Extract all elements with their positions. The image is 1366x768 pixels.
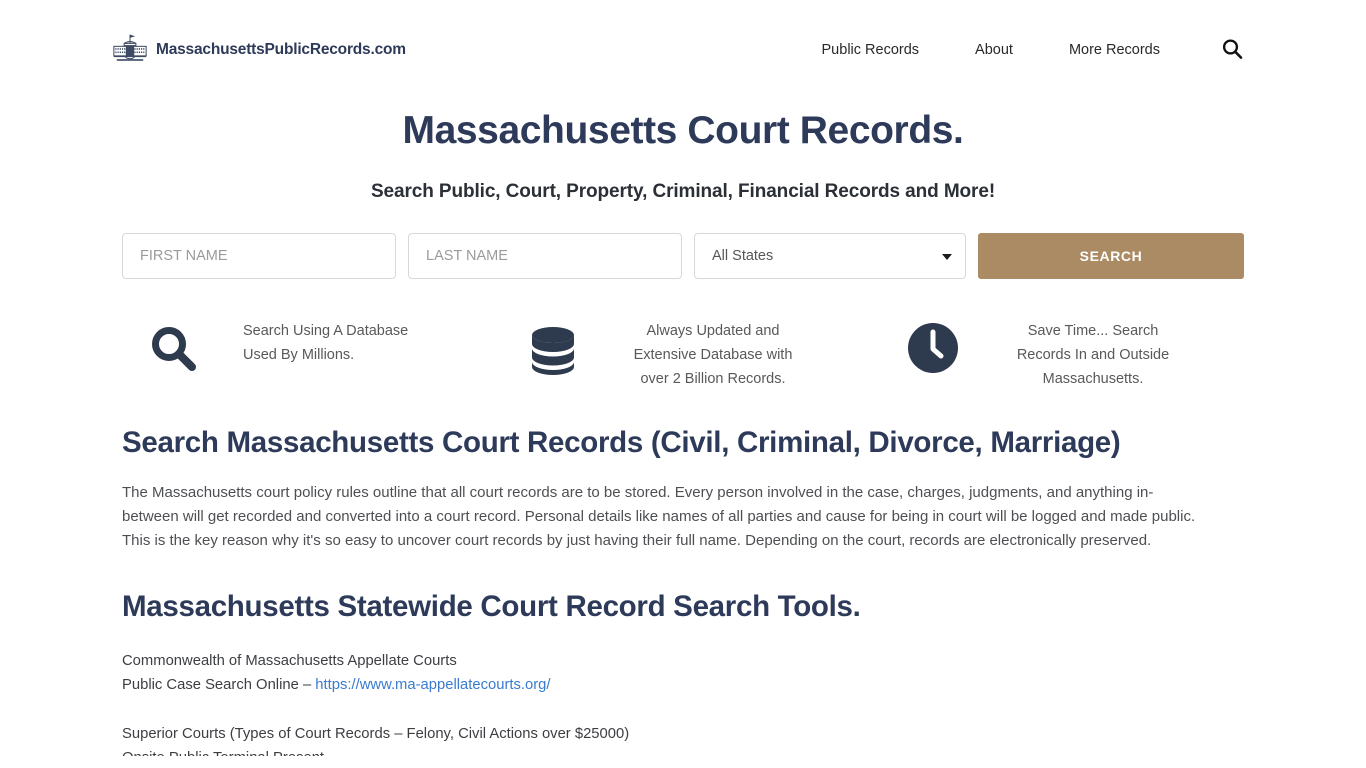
header-search-toggle[interactable] <box>1220 37 1244 64</box>
main-navigation: Public Records About More Records <box>794 37 1244 64</box>
tool-name-superior: Superior Courts (Types of Court Records … <box>122 725 630 742</box>
magnifier-icon <box>113 319 233 377</box>
site-logo-text: MassachusettsPublicRecords.com <box>156 41 406 58</box>
page-root: MassachusettsPublicRecords.com Public Re… <box>0 0 1366 768</box>
search-icon <box>1220 37 1244 64</box>
tool-entry-superior: Superior Courts (Types of Court Records … <box>122 722 1244 756</box>
section-heading-search-tools: Massachusetts Statewide Court Record Sea… <box>122 589 861 623</box>
feature-item-clock: Save Time... Search Records In and Outsi… <box>873 313 1253 391</box>
tool-name-appellate: Commonwealth of Massachusetts Appellate … <box>122 652 457 669</box>
site-header: MassachusettsPublicRecords.com Public Re… <box>0 0 1366 100</box>
nav-item-more-records[interactable]: More Records <box>1041 42 1188 58</box>
feature-text-database: Always Updated and Extensive Database wi… <box>633 322 793 387</box>
feature-text-clock: Save Time... Search Records In and Outsi… <box>1016 322 1170 387</box>
feature-highlights: Search Using A Database Used By Millions… <box>113 313 1253 391</box>
feature-text-search: Search Using A Database Used By Millions… <box>243 322 409 363</box>
feature-item-search: Search Using A Database Used By Millions… <box>113 313 493 391</box>
page-title: Massachusetts Court Records. <box>402 109 964 152</box>
nav-item-about[interactable]: About <box>947 42 1041 58</box>
state-select-wrapper: All States <box>694 232 966 279</box>
state-select[interactable]: All States <box>694 232 966 279</box>
hero-section: Massachusetts Court Records. Search Publ… <box>0 100 1366 279</box>
capitol-building-icon <box>108 33 152 67</box>
tool-line-prefix-appellate: Public Case Search Online – <box>122 676 316 693</box>
search-submit-button[interactable]: SEARCH <box>978 232 1244 279</box>
feature-item-database: Always Updated and Extensive Database wi… <box>493 313 873 391</box>
tool-link-appellate[interactable]: https://www.ma-appellatecourts.org/ <box>315 677 550 693</box>
article-paragraph: The Massachusetts court policy rules out… <box>122 483 1196 549</box>
section-heading-court-records: Search Massachusetts Court Records (Civi… <box>122 425 1121 459</box>
first-name-input[interactable] <box>122 232 396 279</box>
hero-subtitle: Search Public, Court, Property, Criminal… <box>370 180 996 202</box>
records-search-form: All States SEARCH <box>122 232 1244 279</box>
last-name-input[interactable] <box>408 232 682 279</box>
tool-entry-appellate: Commonwealth of Massachusetts Appellate … <box>122 649 1244 697</box>
database-icon <box>493 319 613 379</box>
tool-line-appellate: Public Case Search Online – https://www.… <box>122 673 1244 697</box>
clock-icon <box>873 319 993 375</box>
nav-item-public-records[interactable]: Public Records <box>794 42 948 58</box>
article-section: Search Massachusetts Court Records (Civi… <box>122 425 1244 756</box>
site-logo[interactable]: MassachusettsPublicRecords.com <box>108 33 406 67</box>
tool-line-superior: Onsite Public Terminal Present. <box>122 746 1244 756</box>
